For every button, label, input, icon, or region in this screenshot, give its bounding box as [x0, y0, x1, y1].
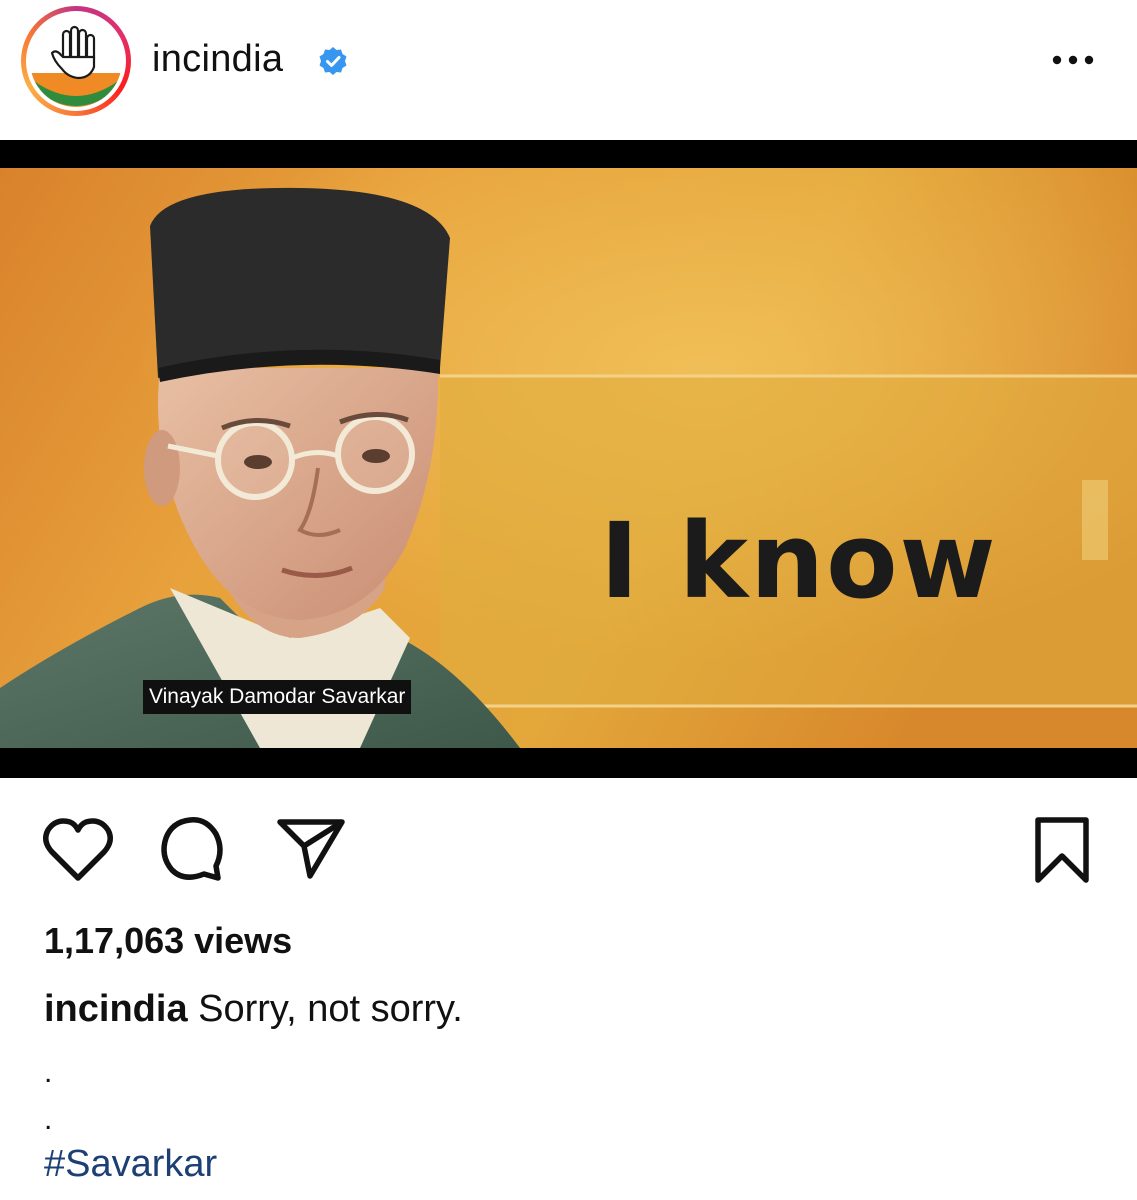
caption-dot: . [44, 1103, 53, 1136]
caption-dot: . [44, 1056, 53, 1089]
congress-hand-logo [30, 15, 122, 107]
post-image-artwork [0, 168, 1137, 748]
post-caption: incindia Sorry, not sorry. [44, 988, 463, 1031]
heart-icon[interactable] [38, 810, 118, 890]
send-icon[interactable] [272, 810, 352, 890]
view-count: 1,17,063 views [44, 920, 293, 961]
hashtag-link[interactable]: #Savarkar [44, 1143, 217, 1186]
overlay-text: I know [600, 500, 998, 622]
post-header: incindia [0, 0, 1137, 124]
caption-text: Sorry, not sorry. [187, 988, 463, 1030]
bookmark-icon[interactable] [1022, 810, 1102, 890]
comment-icon[interactable] [152, 810, 232, 890]
ellipsis-icon[interactable] [1050, 48, 1096, 72]
profile-avatar[interactable] [21, 6, 131, 116]
person-name-label: Vinayak Damodar Savarkar [143, 680, 412, 714]
post-action-bar [0, 810, 1137, 890]
verified-badge-icon [319, 47, 347, 75]
post-username[interactable]: incindia [152, 38, 283, 81]
caption-username[interactable]: incindia [44, 988, 188, 1030]
